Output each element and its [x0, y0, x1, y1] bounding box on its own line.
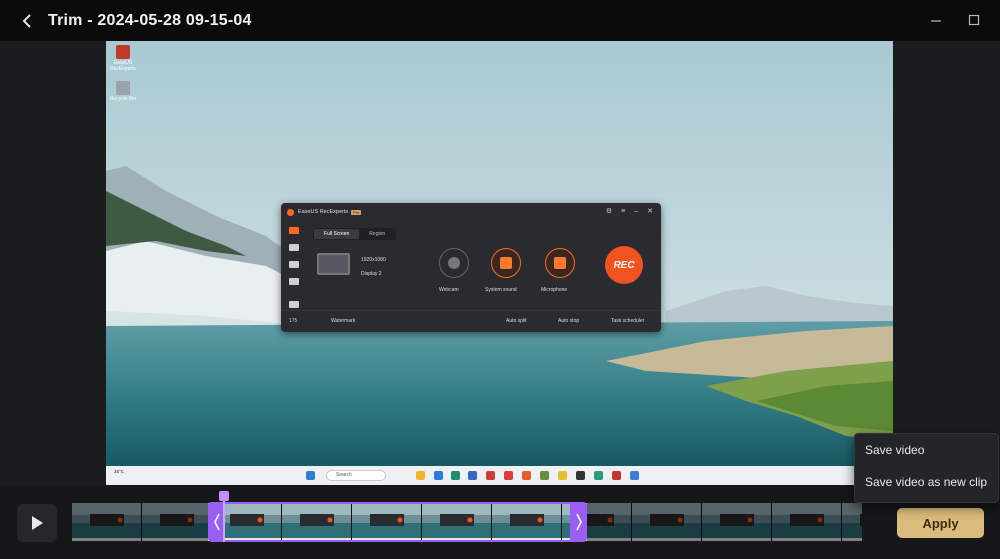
- recorder-header: EaseUS RecExperts Pro ⚙ ≡ – ✕: [281, 203, 661, 221]
- timeline-thumbnail: [772, 503, 842, 541]
- watermark-label: Watermark: [331, 318, 356, 324]
- audio-mode-icon: [289, 244, 299, 251]
- minimize-icon: –: [634, 208, 639, 215]
- recexperts-icon: [116, 45, 130, 59]
- recorder-window: EaseUS RecExperts Pro ⚙ ≡ – ✕ 175 Full S…: [281, 203, 661, 332]
- title-bar: Trim - 2024-05-28 09-15-04: [0, 0, 1000, 41]
- apply-button[interactable]: Apply: [897, 508, 984, 538]
- folder-icon: [416, 471, 425, 480]
- recordings-icon: [289, 301, 299, 308]
- speaker-icon: [500, 257, 512, 269]
- timeline-thumbnail: [72, 503, 142, 541]
- window-controls: [928, 12, 982, 28]
- app-icon: [451, 471, 460, 480]
- minimize-icon: [931, 20, 941, 22]
- desktop-icon-recycle-bin[interactable]: Recycle Bin: [108, 81, 138, 102]
- chevron-left-icon: [22, 13, 31, 28]
- timeline-thumbnail: [702, 503, 772, 541]
- edge-icon: [434, 471, 443, 480]
- windows-taskbar: 25°C Search: [106, 466, 893, 485]
- task-scheduler-label: Task scheduler: [611, 318, 645, 324]
- firefox-icon: [522, 471, 531, 480]
- back-button[interactable]: [8, 0, 48, 41]
- playhead-handle[interactable]: [219, 491, 229, 501]
- microphone-label: Microphone: [541, 287, 568, 293]
- recorder-window-controls: ⚙ ≡ – ✕: [606, 208, 653, 216]
- taskbar-search: Search: [326, 470, 386, 481]
- timeline-thumbnail: [492, 503, 562, 541]
- recorder-app-name: EaseUS RecExperts: [298, 209, 349, 215]
- chevron-right-icon: [575, 513, 582, 531]
- webcam-label: Webcam: [439, 287, 459, 293]
- monitor-icon: [317, 253, 350, 275]
- timeline-track[interactable]: [72, 503, 862, 541]
- app-icon: [630, 471, 639, 480]
- settings-icon: ⚙: [605, 208, 613, 215]
- page-title: Trim - 2024-05-28 09-15-04: [48, 11, 252, 29]
- timeline-thumbnail: [282, 503, 352, 541]
- recexperts-taskbar-icon: [612, 471, 621, 480]
- timeline-thumbnail: [422, 503, 492, 541]
- rec-button: REC: [605, 246, 643, 284]
- app-icon: [504, 471, 513, 480]
- close-icon: ✕: [647, 208, 653, 215]
- system-sound-label: System sound: [485, 287, 517, 293]
- play-button[interactable]: [17, 504, 57, 542]
- desktop-icon-recexperts[interactable]: EaseUS RecExperts: [108, 45, 138, 72]
- app-icon: [540, 471, 549, 480]
- maximize-icon: [968, 14, 980, 26]
- trim-window: Trim - 2024-05-28 09-15-04 EaseUS RecExp…: [0, 0, 1000, 559]
- weather-temp: 25°C: [114, 469, 125, 474]
- timeline-thumbnail: [632, 503, 702, 541]
- trim-end-handle[interactable]: [570, 502, 587, 542]
- app-icon: [594, 471, 603, 480]
- desktop-icon-label: Recycle Bin: [109, 96, 137, 102]
- save-as-new-clip-option[interactable]: Save video as new clip: [855, 466, 998, 498]
- display-settings: 1920x1080 Display 2: [361, 253, 386, 281]
- windows-start-icon: [306, 471, 315, 480]
- maximize-button[interactable]: [966, 12, 982, 28]
- chevron-left-icon: [213, 513, 220, 531]
- save-video-option[interactable]: Save video: [855, 434, 998, 466]
- pro-badge: Pro: [351, 209, 362, 215]
- game-mode-icon: [289, 261, 299, 268]
- system-sound-toggle: [491, 248, 521, 278]
- minimize-button[interactable]: [928, 12, 944, 28]
- tab-region: Region: [369, 231, 386, 237]
- app-icon: [468, 471, 477, 480]
- display-label: Display 2: [361, 271, 382, 277]
- microphone-toggle: [545, 248, 575, 278]
- recorder-footer: Watermark Auto split Auto stop Task sche…: [281, 310, 661, 332]
- timeline-thumbnail: [142, 503, 212, 541]
- video-frame: EaseUS RecExperts Recycle Bin EaseUS Rec…: [106, 41, 893, 485]
- chrome-icon: [558, 471, 567, 480]
- webcam-toggle: [439, 248, 469, 278]
- menu-icon: ≡: [621, 208, 626, 215]
- save-menu: Save video Save video as new clip: [854, 433, 999, 503]
- play-icon: [32, 516, 43, 530]
- desktop-icon-label: EaseUS RecExperts: [110, 60, 136, 72]
- tab-full-screen: Full Screen: [314, 229, 360, 239]
- timeline-thumbnail: [842, 503, 862, 541]
- recorder-tabs: Full Screen Region: [313, 228, 397, 240]
- resolution-label: 1920x1080: [361, 257, 386, 263]
- app-icon: [576, 471, 585, 480]
- timeline-thumbnail: [352, 503, 422, 541]
- microphone-icon: [554, 257, 566, 269]
- app-icon: [486, 471, 495, 480]
- webcam-mode-icon: [289, 278, 299, 285]
- screen-mode-icon: [289, 227, 299, 234]
- auto-split-label: Auto split: [506, 318, 527, 324]
- auto-stop-label: Auto stop: [558, 318, 580, 324]
- playhead: [223, 494, 225, 542]
- recycle-bin-icon: [116, 81, 130, 95]
- webcam-off-icon: [448, 257, 460, 269]
- weather-widget: 25°C: [114, 469, 124, 475]
- video-preview: EaseUS RecExperts Recycle Bin EaseUS Rec…: [0, 41, 1000, 485]
- recexperts-logo-icon: [287, 208, 294, 216]
